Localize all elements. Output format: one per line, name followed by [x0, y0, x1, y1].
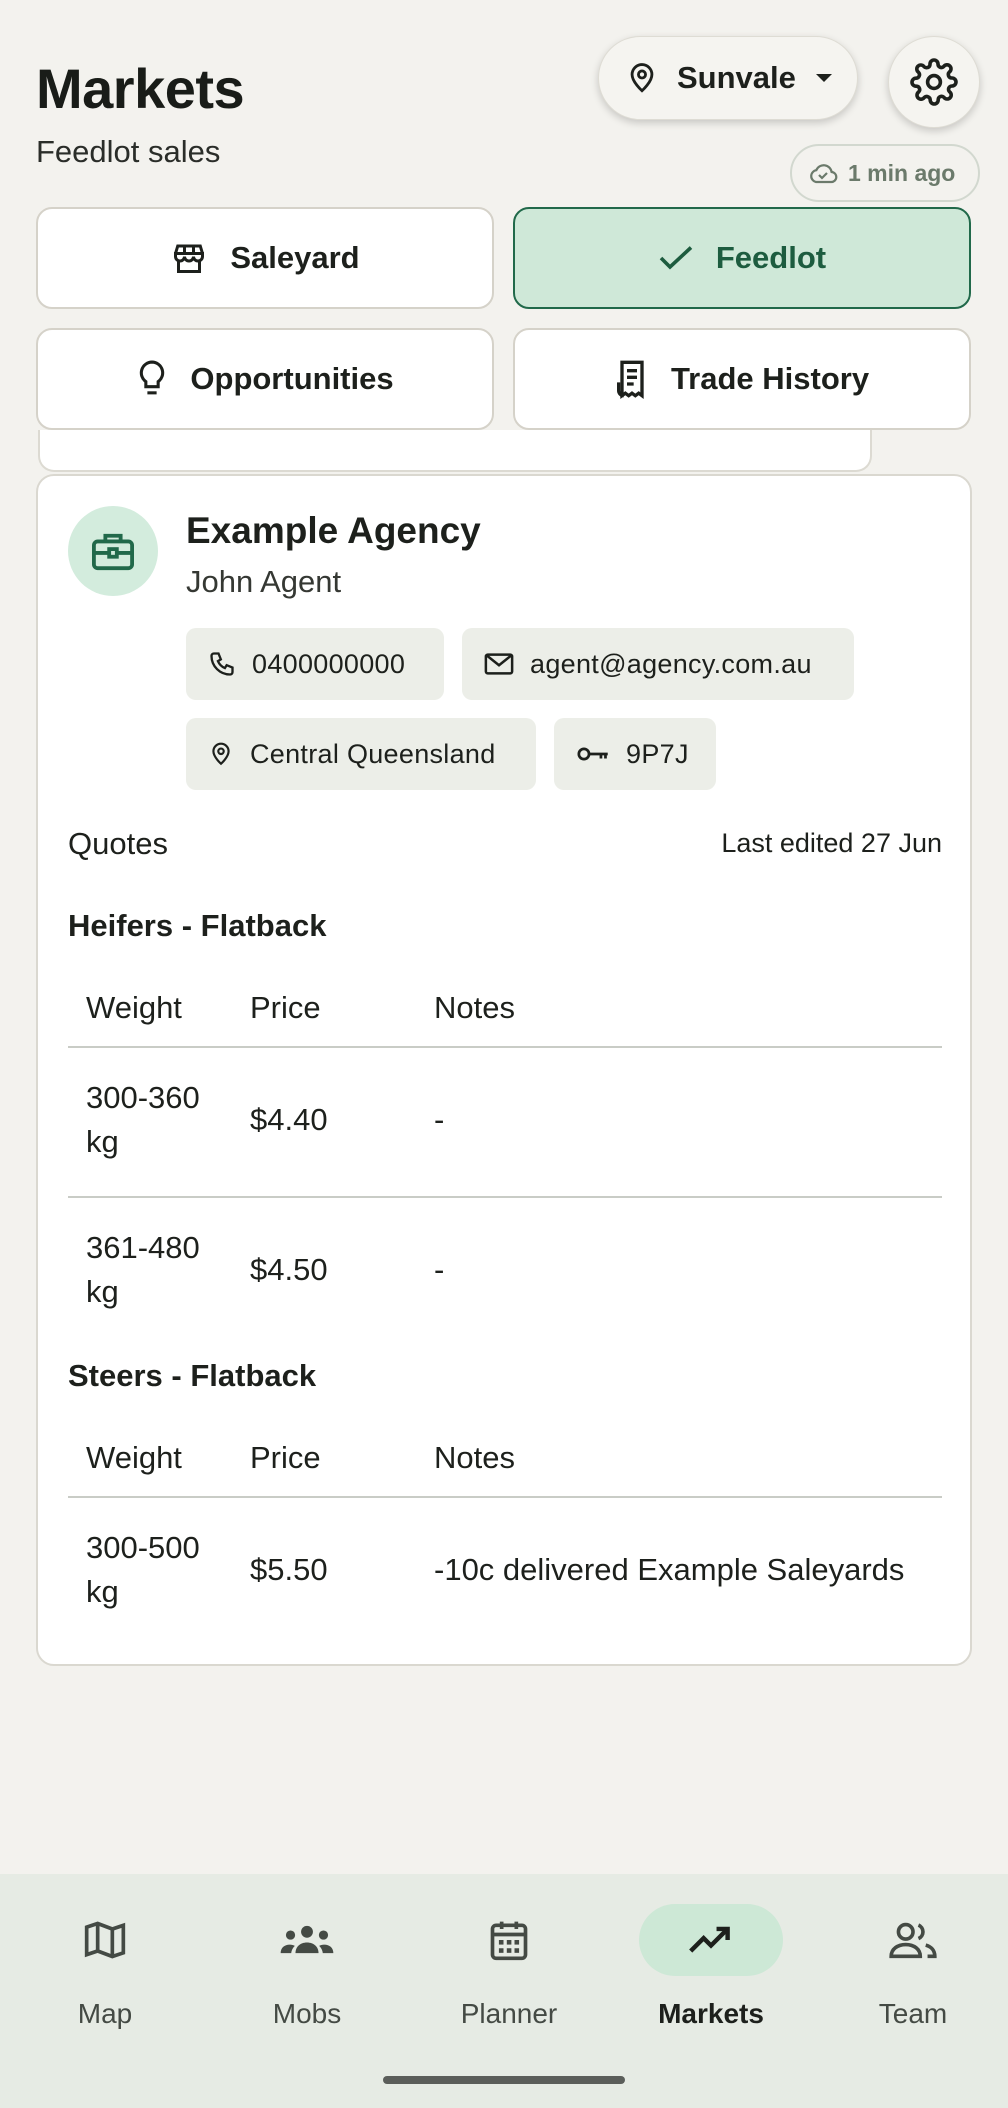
row-notes: -10c delivered Example Saleyards: [434, 1552, 905, 1587]
nav-label: Map: [77, 1998, 133, 2029]
table-header: Weight Price Notes: [68, 970, 942, 1048]
page-title: Markets: [36, 57, 245, 120]
email-address: agent@agency.com.au: [530, 648, 812, 679]
trending-up-icon: [689, 1926, 730, 1953]
table-header: Weight Price Notes: [68, 1420, 942, 1498]
row-weight: 361-480 kg: [86, 1230, 200, 1309]
nav-item-team[interactable]: Team: [808, 1904, 1008, 2044]
sync-status-text: 1 min ago: [848, 159, 956, 186]
section-title-steers: Steers - Flatback: [68, 1358, 317, 1393]
row-notes: -: [434, 1102, 445, 1137]
quotes-heading: Quotes: [68, 826, 168, 861]
check-icon: [659, 246, 693, 270]
markets-screen: Markets Feedlot sales Sunvale 1 min ago …: [0, 0, 1008, 2108]
location-label: Sunvale: [677, 60, 796, 95]
nav-indicator: [841, 1904, 985, 1976]
nav-item-markets[interactable]: Markets: [606, 1904, 808, 2044]
tab-label: Opportunities: [190, 361, 394, 396]
region-name: Central Queensland: [250, 738, 496, 769]
tab-label: Feedlot: [715, 240, 827, 275]
header-weight: Weight: [86, 990, 182, 1025]
code-chip[interactable]: 9P7J: [554, 718, 716, 790]
location-pin-icon: [630, 63, 654, 93]
table-row: 300-360 kg $4.40 -: [68, 1048, 942, 1196]
gear-icon: [910, 58, 958, 106]
nav-label: Markets: [658, 1998, 764, 2029]
email-chip[interactable]: agent@agency.com.au: [462, 628, 854, 700]
nav-indicator: [437, 1904, 581, 1976]
heifers-quote-table: Weight Price Notes 300-360 kg $4.40 - 36…: [68, 970, 942, 1344]
nav-item-map[interactable]: Map: [0, 1904, 202, 2044]
header-price: Price: [250, 990, 321, 1025]
row-price: $4.50: [250, 1252, 328, 1287]
previous-card-edge: [38, 430, 872, 472]
table-row: 361-480 kg $4.50 -: [68, 1196, 942, 1344]
phone-icon: [210, 652, 234, 676]
receipt-icon: [616, 360, 644, 399]
map-icon: [84, 1921, 126, 1959]
location-selector[interactable]: Sunvale: [598, 36, 858, 120]
nav-indicator: [639, 1904, 783, 1976]
header-notes: Notes: [434, 990, 515, 1025]
nav-item-planner[interactable]: Planner: [404, 1904, 606, 2044]
tab-opportunities[interactable]: Opportunities: [36, 328, 494, 430]
row-price: $4.40: [250, 1102, 328, 1137]
header-price: Price: [250, 1440, 321, 1475]
agent-code: 9P7J: [626, 738, 689, 769]
nav-label: Mobs: [272, 1998, 342, 2029]
tab-label: Trade History: [670, 361, 870, 396]
briefcase-icon: [92, 533, 134, 571]
agency-name: Example Agency: [186, 510, 481, 551]
phone-chip[interactable]: 0400000000: [186, 628, 444, 700]
tab-feedlot[interactable]: Feedlot: [513, 207, 971, 309]
agency-avatar: [68, 506, 158, 596]
nav-item-mobs[interactable]: Mobs: [202, 1904, 404, 2044]
header-weight: Weight: [86, 1440, 182, 1475]
nav-label: Team: [878, 1998, 948, 2029]
row-price: $5.50: [250, 1552, 328, 1587]
location-pin-icon: [212, 742, 230, 766]
nav-indicator: [33, 1904, 177, 1976]
agent-name: John Agent: [186, 564, 342, 599]
caret-down-icon: [815, 74, 832, 82]
storefront-icon: [174, 244, 205, 273]
region-chip[interactable]: Central Queensland: [186, 718, 536, 790]
bottom-navigation-bar: Map Mobs Planner Markets Team: [0, 1874, 1008, 2108]
section-title-heifers: Heifers - Flatback: [68, 908, 327, 943]
last-edited-text: Last edited 27 Jun: [721, 828, 942, 858]
nav-label: Planner: [460, 1998, 558, 2029]
table-row: 300-500 kg $5.50 -10c delivered Example …: [68, 1498, 942, 1646]
calendar-icon: [490, 1921, 528, 1961]
row-notes: -: [434, 1252, 445, 1287]
tab-trade-history[interactable]: Trade History: [513, 328, 971, 430]
team-icon: [889, 1922, 937, 1959]
row-weight: 300-360 kg: [86, 1080, 200, 1159]
cloud-done-icon: [810, 164, 838, 184]
home-indicator-bar[interactable]: [383, 2076, 625, 2084]
tab-label: Saleyard: [230, 240, 360, 275]
lightbulb-icon: [140, 360, 165, 395]
tab-saleyard[interactable]: Saleyard: [36, 207, 494, 309]
key-icon: [577, 747, 608, 761]
nav-indicator: [235, 1904, 379, 1976]
header-notes: Notes: [434, 1440, 515, 1475]
steers-quote-table: Weight Price Notes 300-500 kg $5.50 -10c…: [68, 1420, 942, 1646]
agent-quote-card: Example Agency John Agent 0400000000 age…: [36, 474, 972, 1666]
mobs-icon: [280, 1925, 334, 1954]
row-weight: 300-500 kg: [86, 1530, 200, 1609]
mail-icon: [484, 653, 514, 675]
settings-button[interactable]: [888, 36, 980, 128]
phone-number: 0400000000: [252, 648, 406, 679]
sync-status-chip[interactable]: 1 min ago: [790, 144, 980, 202]
page-subtitle: Feedlot sales: [36, 134, 221, 169]
